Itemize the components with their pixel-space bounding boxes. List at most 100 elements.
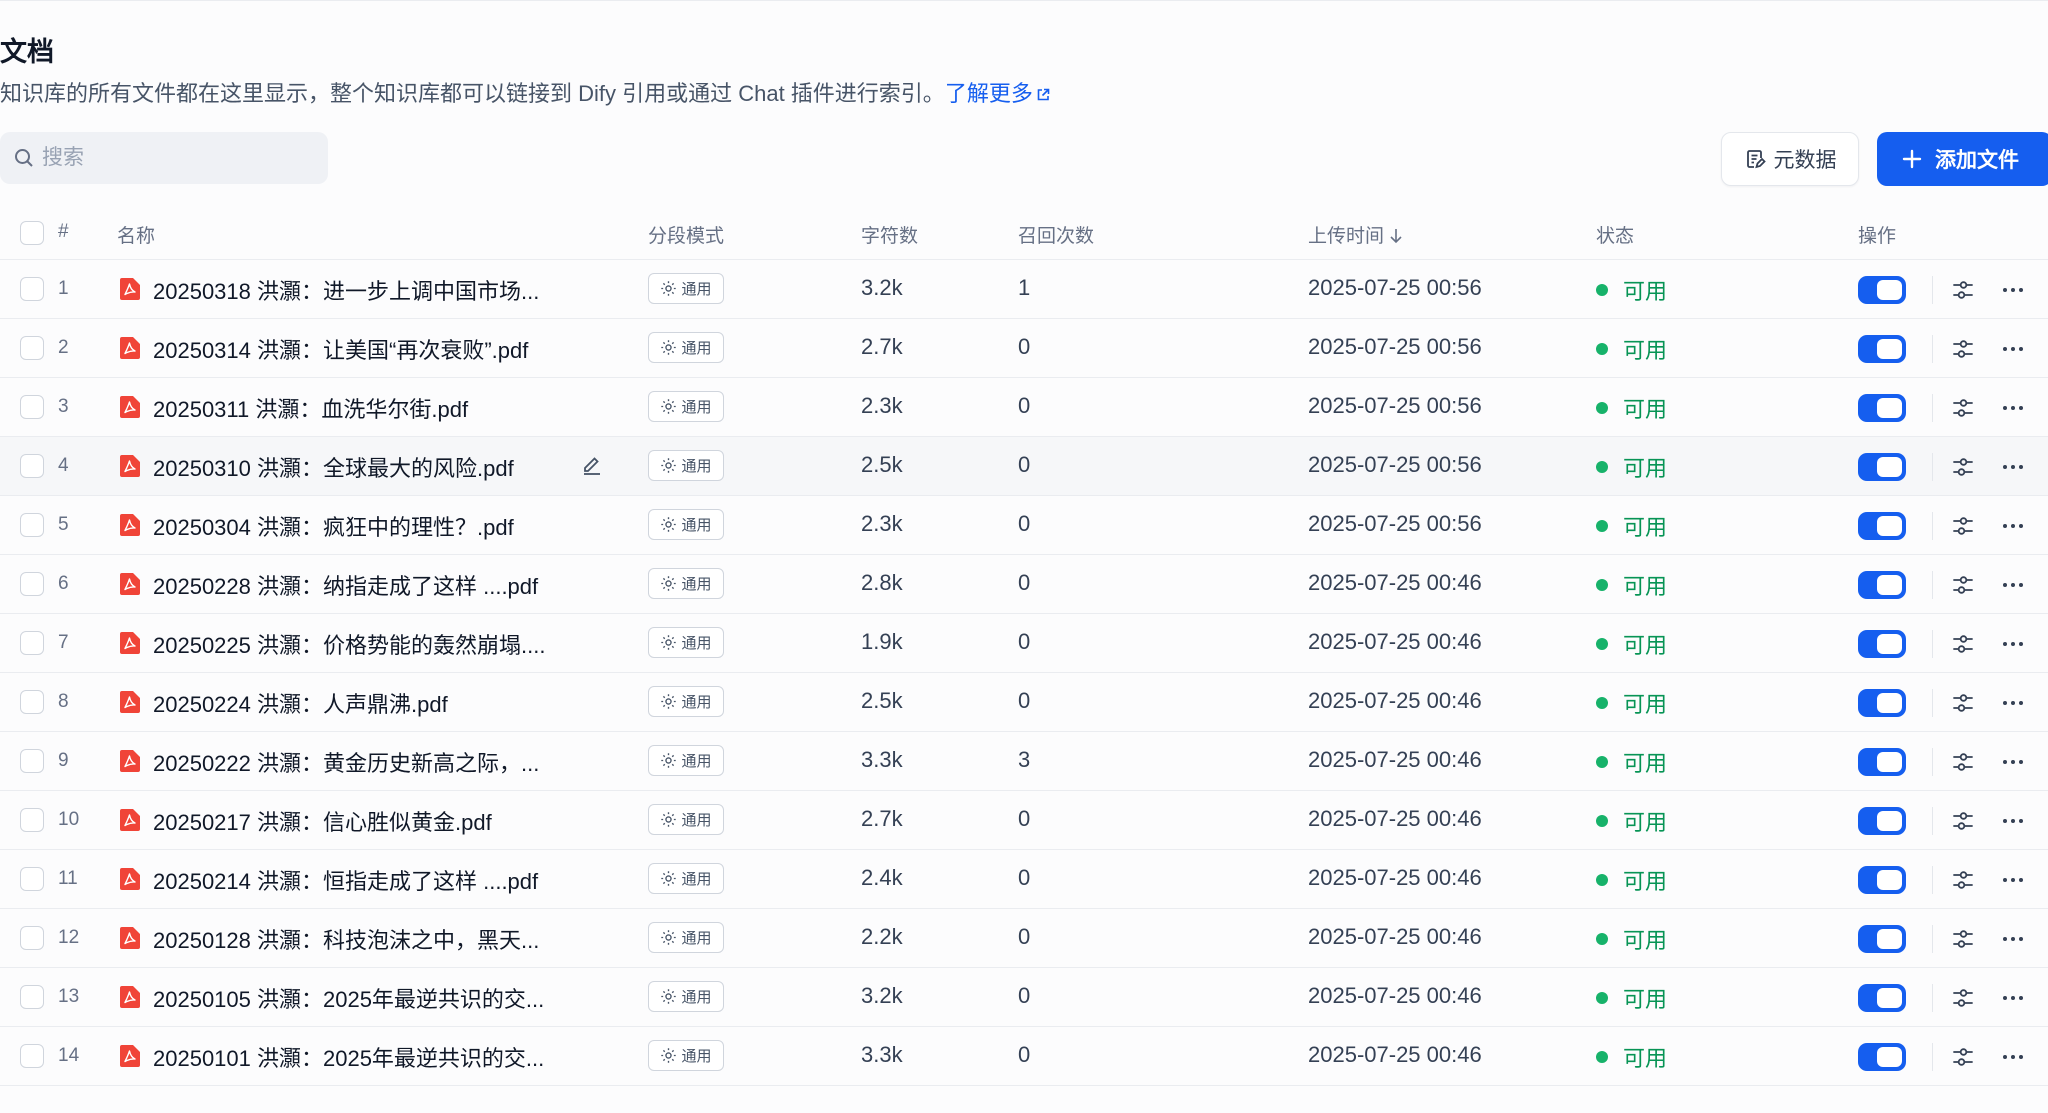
table-row[interactable]: 9 20250222 洪灝：黄金历史新高之际，... 通用 3.3k 3 202… (0, 732, 2048, 791)
enable-toggle[interactable] (1858, 866, 1906, 894)
search-input[interactable] (42, 146, 312, 170)
row-checkbox[interactable] (20, 277, 44, 301)
table-row[interactable]: 3 20250311 洪灝：血洗华尔街.pdf 通用 2.3k 0 2025-0… (0, 378, 2048, 437)
row-index: 4 (58, 455, 69, 476)
search-box[interactable] (0, 132, 328, 184)
row-checkbox[interactable] (20, 395, 44, 419)
enable-toggle[interactable] (1858, 335, 1906, 363)
document-name[interactable]: 20250101 洪灝：2025年最逆共识的交... (153, 1041, 544, 1073)
enable-toggle[interactable] (1858, 571, 1906, 599)
more-icon[interactable] (2000, 985, 2026, 1011)
enable-toggle[interactable] (1858, 807, 1906, 835)
column-upload-time[interactable]: 上传时间 (1308, 221, 1403, 248)
document-name[interactable]: 20250105 洪灝：2025年最逆共识的交... (153, 982, 544, 1014)
document-name[interactable]: 20250311 洪灝：血洗华尔街.pdf (153, 392, 468, 424)
document-name[interactable]: 20250214 洪灝：恒指走成了这样 ....pdf (153, 864, 538, 896)
enable-toggle[interactable] (1858, 925, 1906, 953)
settings-sliders-icon[interactable] (1950, 572, 1976, 598)
learn-more-link[interactable]: 了解更多 (945, 81, 1050, 106)
more-icon[interactable] (2000, 1044, 2026, 1070)
settings-sliders-icon[interactable] (1950, 1044, 1976, 1070)
table-row[interactable]: 4 20250310 洪灝：全球最大的风险.pdf 通用 2.5k 0 2025… (0, 437, 2048, 496)
enable-toggle[interactable] (1858, 1043, 1906, 1071)
enable-toggle[interactable] (1858, 984, 1906, 1012)
row-checkbox[interactable] (20, 808, 44, 832)
settings-sliders-icon[interactable] (1950, 690, 1976, 716)
metadata-button[interactable]: 元数据 (1721, 132, 1859, 186)
row-checkbox[interactable] (20, 926, 44, 950)
more-icon[interactable] (2000, 572, 2026, 598)
row-checkbox[interactable] (20, 749, 44, 773)
more-icon[interactable] (2000, 513, 2026, 539)
enable-toggle[interactable] (1858, 512, 1906, 540)
table-row[interactable]: 12 20250128 洪灝：科技泡沫之中，黑天... 通用 2.2k 0 20… (0, 909, 2048, 968)
table-row[interactable]: 10 20250217 洪灝：信心胜似黄金.pdf 通用 2.7k 0 2025… (0, 791, 2048, 850)
document-name[interactable]: 20250314 洪灝：让美国“再次衰败”.pdf (153, 333, 528, 365)
settings-sliders-icon[interactable] (1950, 867, 1976, 893)
table-row[interactable]: 6 20250228 洪灝：纳指走成了这样 ....pdf 通用 2.8k 0 … (0, 555, 2048, 614)
document-name[interactable]: 20250224 洪灝：人声鼎沸.pdf (153, 687, 448, 719)
enable-toggle[interactable] (1858, 630, 1906, 658)
more-icon[interactable] (2000, 277, 2026, 303)
table-row[interactable]: 8 20250224 洪灝：人声鼎沸.pdf 通用 2.5k 0 2025-07… (0, 673, 2048, 732)
enable-toggle[interactable] (1858, 394, 1906, 422)
document-name[interactable]: 20250318 洪灝：进一步上调中国市场... (153, 274, 539, 306)
row-checkbox[interactable] (20, 690, 44, 714)
document-name[interactable]: 20250128 洪灝：科技泡沫之中，黑天... (153, 923, 539, 955)
document-name[interactable]: 20250228 洪灝：纳指走成了这样 ....pdf (153, 569, 538, 601)
document-name[interactable]: 20250304 洪灝：疯狂中的理性？.pdf (153, 510, 514, 542)
settings-sliders-icon[interactable] (1950, 277, 1976, 303)
edit-name-icon[interactable] (580, 454, 604, 478)
row-checkbox[interactable] (20, 867, 44, 891)
settings-sliders-icon[interactable] (1950, 395, 1976, 421)
row-checkbox[interactable] (20, 631, 44, 655)
enable-toggle[interactable] (1858, 689, 1906, 717)
segment-mode-badge: 通用 (648, 391, 724, 422)
more-icon[interactable] (2000, 631, 2026, 657)
settings-sliders-icon[interactable] (1950, 631, 1976, 657)
enable-toggle[interactable] (1858, 453, 1906, 481)
add-file-button[interactable]: 添加文件 (1877, 132, 2048, 186)
hit-count: 0 (1018, 629, 1031, 654)
more-icon[interactable] (2000, 690, 2026, 716)
settings-sliders-icon[interactable] (1950, 985, 1976, 1011)
action-divider (1932, 276, 1933, 304)
more-icon[interactable] (2000, 336, 2026, 362)
table-row[interactable]: 13 20250105 洪灝：2025年最逆共识的交... 通用 3.2k 0 … (0, 968, 2048, 1027)
document-name[interactable]: 20250222 洪灝：黄金历史新高之际，... (153, 746, 539, 778)
more-icon[interactable] (2000, 926, 2026, 952)
row-checkbox[interactable] (20, 513, 44, 537)
settings-sliders-icon[interactable] (1950, 454, 1976, 480)
more-icon[interactable] (2000, 867, 2026, 893)
enable-toggle[interactable] (1858, 748, 1906, 776)
settings-sliders-icon[interactable] (1950, 513, 1976, 539)
row-checkbox[interactable] (20, 1044, 44, 1068)
row-checkbox[interactable] (20, 572, 44, 596)
settings-sliders-icon[interactable] (1950, 336, 1976, 362)
select-all-checkbox[interactable] (20, 221, 44, 245)
document-name[interactable]: 20250310 洪灝：全球最大的风险.pdf (153, 451, 514, 483)
settings-sliders-icon[interactable] (1950, 808, 1976, 834)
row-checkbox[interactable] (20, 454, 44, 478)
hit-count: 0 (1018, 570, 1031, 595)
table-row[interactable]: 2 20250314 洪灝：让美国“再次衰败”.pdf 通用 2.7k 0 20… (0, 319, 2048, 378)
table-row[interactable]: 1 20250318 洪灝：进一步上调中国市场... 通用 3.2k 1 202… (0, 260, 2048, 319)
more-icon[interactable] (2000, 749, 2026, 775)
document-name[interactable]: 20250225 洪灝：价格势能的轰然崩塌.... (153, 628, 545, 660)
table-row[interactable]: 5 20250304 洪灝：疯狂中的理性？.pdf 通用 2.3k 0 2025… (0, 496, 2048, 555)
status-dot (1596, 1051, 1608, 1063)
row-checkbox[interactable] (20, 985, 44, 1009)
row-checkbox[interactable] (20, 336, 44, 360)
table-row[interactable]: 7 20250225 洪灝：价格势能的轰然崩塌.... 通用 1.9k 0 20… (0, 614, 2048, 673)
more-icon[interactable] (2000, 395, 2026, 421)
document-name[interactable]: 20250217 洪灝：信心胜似黄金.pdf (153, 805, 492, 837)
upload-time: 2025-07-25 00:46 (1308, 629, 1482, 654)
settings-sliders-icon[interactable] (1950, 749, 1976, 775)
table-row[interactable]: 14 20250101 洪灝：2025年最逆共识的交... 通用 3.3k 0 … (0, 1027, 2048, 1086)
settings-sliders-icon[interactable] (1950, 926, 1976, 952)
more-icon[interactable] (2000, 808, 2026, 834)
action-divider (1932, 866, 1933, 894)
table-row[interactable]: 11 20250214 洪灝：恒指走成了这样 ....pdf 通用 2.4k 0… (0, 850, 2048, 909)
more-icon[interactable] (2000, 454, 2026, 480)
enable-toggle[interactable] (1858, 276, 1906, 304)
